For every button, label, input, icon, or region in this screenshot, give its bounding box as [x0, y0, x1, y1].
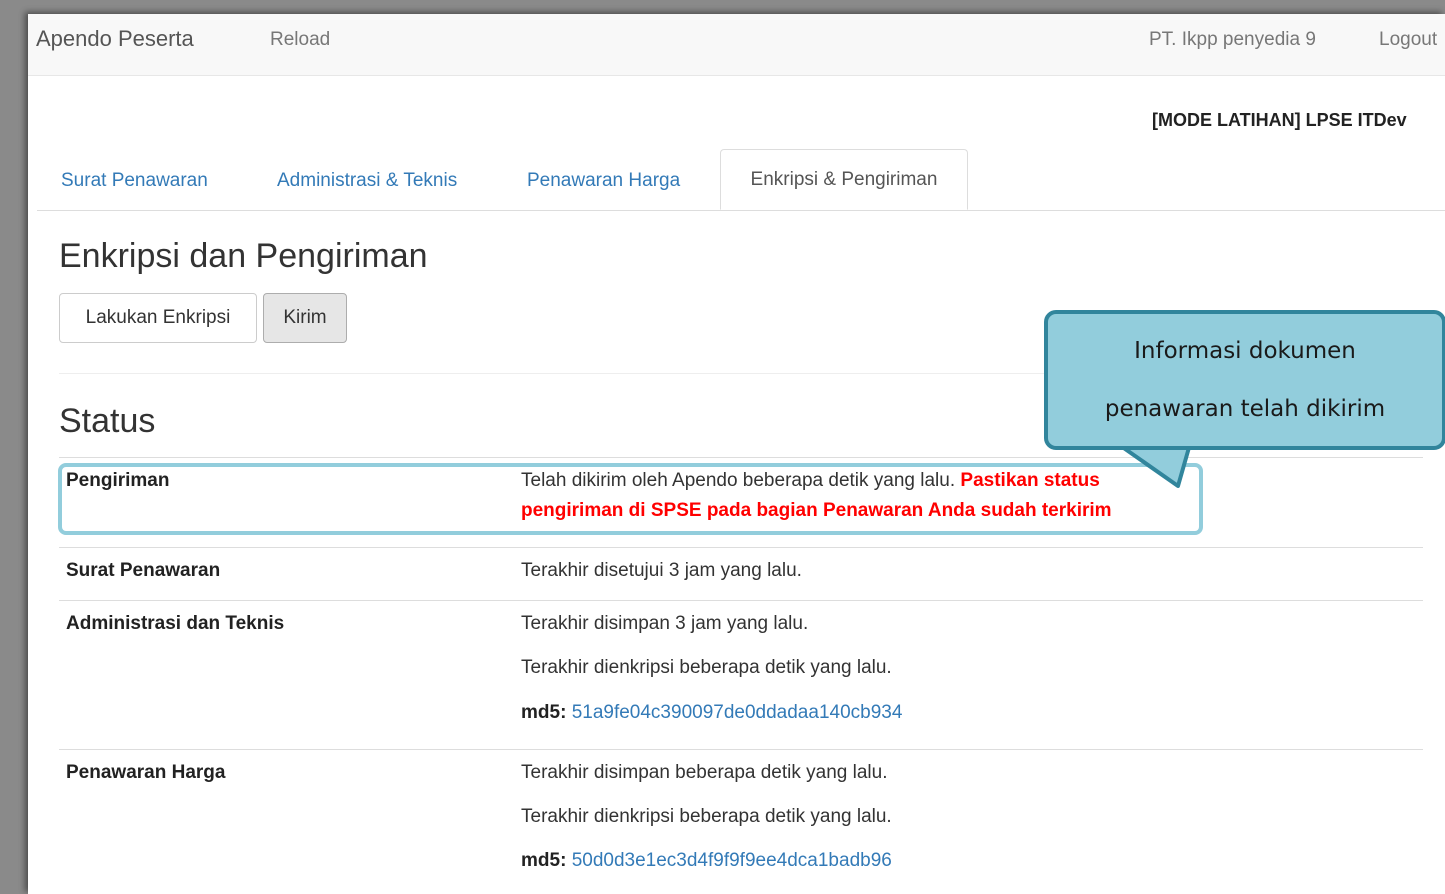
logout-link[interactable]: Logout [1379, 29, 1437, 51]
md5-label: md5: [521, 702, 567, 723]
status-heading: Status [59, 402, 156, 440]
callout-pointer [1116, 441, 1192, 488]
send-button[interactable]: Kirim [263, 293, 347, 343]
callout-line-1: Informasi dokumen [1134, 338, 1356, 364]
table-row-divider [59, 749, 1423, 750]
encrypt-button[interactable]: Lakukan Enkripsi [59, 293, 257, 343]
top-navbar: Apendo Peserta Reload PT. Ikpp penyedia … [28, 14, 1445, 76]
callout-line-2: penawaran telah dikirim [1104, 396, 1386, 422]
page-title: Enkripsi dan Pengiriman [59, 237, 428, 275]
admin-md5: md5: 51a9fe04c390097de0ddadaa140cb934 [521, 702, 902, 724]
brand-link[interactable]: Apendo Peserta [36, 26, 194, 52]
harga-md5-link[interactable]: 50d0d3e1ec3d4f9f9f9ee4dca1badb96 [572, 850, 892, 871]
admin-md5-link[interactable]: 51a9fe04c390097de0ddadaa140cb934 [572, 702, 903, 723]
reload-link[interactable]: Reload [270, 29, 330, 51]
harga-md5: md5: 50d0d3e1ec3d4f9f9f9ee4dca1badb96 [521, 850, 892, 872]
admin-saved-text: Terakhir disimpan 3 jam yang lalu. [521, 613, 809, 634]
user-name-link[interactable]: PT. Ikpp penyedia 9 [1149, 29, 1316, 51]
callout-box: Informasi dokumen penawaran telah dikiri… [1044, 310, 1445, 450]
row-label-administrasi-teknis: Administrasi dan Teknis [66, 613, 285, 634]
highlight-box [58, 463, 1203, 535]
tab-enkripsi-pengiriman[interactable]: Enkripsi & Pengiriman [720, 149, 968, 210]
admin-encrypted-text: Terakhir dienkripsi beberapa detik yang … [521, 657, 892, 678]
tab-administrasi-teknis[interactable]: Administrasi & Teknis [277, 170, 457, 192]
mode-label: [MODE LATIHAN] LPSE ITDev [1152, 110, 1407, 130]
harga-saved-text: Terakhir disimpan beberapa detik yang la… [521, 762, 888, 783]
harga-encrypted-text: Terakhir dienkripsi beberapa detik yang … [521, 806, 892, 827]
row-label-penawaran-harga: Penawaran Harga [66, 762, 226, 783]
md5-label: md5: [521, 850, 567, 871]
apendo-window: Apendo Peserta Reload PT. Ikpp penyedia … [28, 14, 1445, 894]
tab-bar [37, 210, 1445, 211]
table-row-divider [59, 457, 1423, 458]
table-row-divider [59, 547, 1423, 548]
tab-penawaran-harga[interactable]: Penawaran Harga [527, 170, 680, 192]
row-label-surat-penawaran: Surat Penawaran [66, 560, 221, 581]
row-value-surat-penawaran: Terakhir disetujui 3 jam yang lalu. [521, 560, 802, 581]
tab-surat-penawaran[interactable]: Surat Penawaran [61, 170, 208, 192]
table-row-divider [59, 600, 1423, 601]
